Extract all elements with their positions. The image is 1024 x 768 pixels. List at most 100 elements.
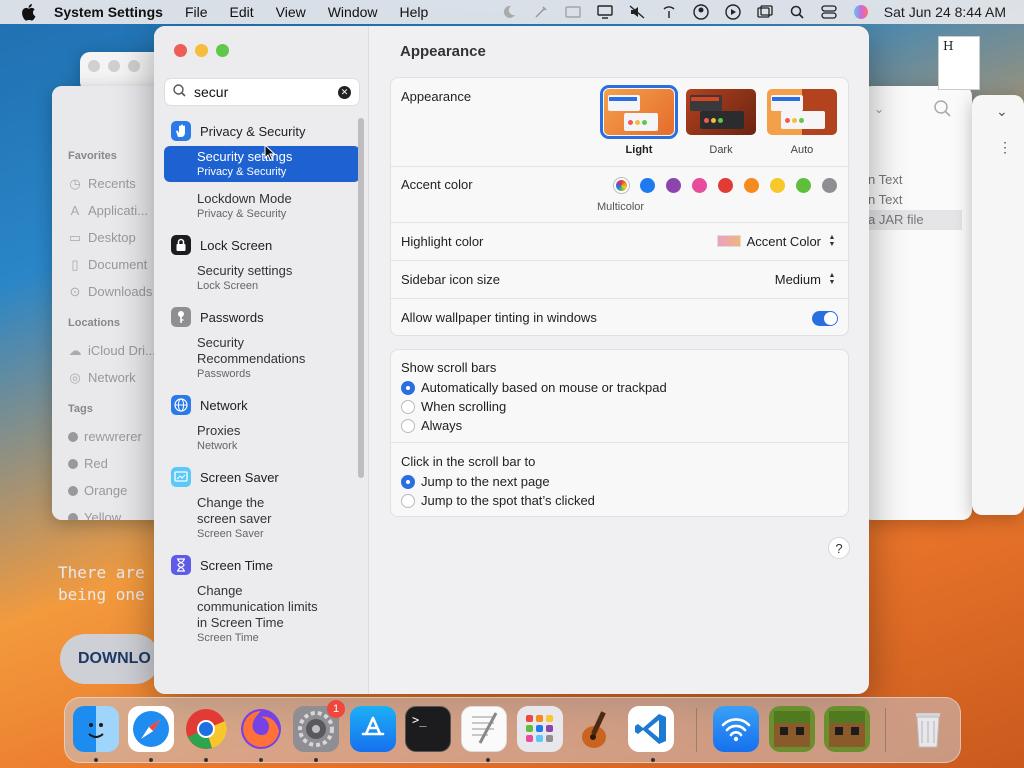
- finder-item-network[interactable]: ◎ Network: [52, 364, 162, 391]
- finder-tag[interactable]: Yellow: [52, 504, 162, 520]
- result-communication-limits[interactable]: Change communication limits in Screen Ti…: [164, 580, 360, 648]
- website-download-button[interactable]: DOWNLO: [60, 634, 160, 684]
- dock-firefox[interactable]: [238, 706, 284, 752]
- mute-icon[interactable]: [628, 4, 646, 20]
- scroll-bars-always-radio[interactable]: Always: [401, 418, 462, 433]
- dock-system-settings[interactable]: 1: [293, 700, 345, 752]
- click-scroll-bar-row: Click in the scroll bar to Jump to the n…: [391, 443, 850, 518]
- dock-minecraft-2[interactable]: [824, 706, 870, 752]
- finder-item-icloud[interactable]: ☁ iCloud Dri...: [52, 337, 162, 364]
- minimize-button[interactable]: [195, 44, 208, 57]
- close-button[interactable]: [174, 44, 187, 57]
- dock-app-store[interactable]: [350, 706, 396, 752]
- dock-launchpad[interactable]: [517, 706, 563, 752]
- menu-clock[interactable]: Sat Jun 24 8:44 AM: [884, 4, 1006, 20]
- list-item[interactable]: n Text: [868, 192, 902, 207]
- dock-garageband[interactable]: [573, 706, 619, 752]
- menu-window[interactable]: Window: [328, 4, 378, 20]
- moon-icon[interactable]: [500, 4, 518, 20]
- dock-trash[interactable]: [905, 706, 951, 752]
- zoom-button[interactable]: [216, 44, 229, 57]
- search-field[interactable]: secur ✕: [164, 78, 360, 106]
- accent-orange[interactable]: [744, 178, 759, 193]
- result-group-network[interactable]: Network: [164, 390, 360, 420]
- result-change-screen-saver[interactable]: Change the screen saver Screen Saver: [164, 492, 360, 544]
- result-lockdown-mode[interactable]: Lockdown Mode Privacy & Security: [164, 188, 360, 224]
- finder-item-applications[interactable]: A Applicati...: [52, 197, 162, 224]
- menu-help[interactable]: Help: [400, 4, 429, 20]
- appearance-option-light[interactable]: [600, 85, 678, 139]
- windows-icon[interactable]: [756, 4, 774, 20]
- result-group-screen-time[interactable]: Screen Time: [164, 550, 360, 580]
- dock-document-thumbnail[interactable]: H: [938, 36, 980, 90]
- dock-finder[interactable]: [73, 706, 119, 752]
- result-group-passwords[interactable]: Passwords: [164, 302, 360, 332]
- pen-icon[interactable]: [532, 4, 550, 20]
- highlight-color-popup[interactable]: Accent Color ▲ ▼: [716, 233, 838, 249]
- chevron-down-icon[interactable]: ⌄: [996, 103, 1008, 120]
- scroll-bars-scrolling-radio[interactable]: When scrolling: [401, 399, 506, 414]
- chevron-down-icon[interactable]: ⌄: [874, 102, 884, 116]
- siri-icon[interactable]: [852, 4, 870, 20]
- accent-purple[interactable]: [666, 178, 681, 193]
- finder-tag[interactable]: Orange: [52, 477, 162, 504]
- search-input[interactable]: secur: [194, 84, 338, 100]
- screen-mirror-icon[interactable]: [564, 4, 582, 20]
- clear-search-icon[interactable]: ✕: [338, 85, 351, 99]
- result-group-screen-saver[interactable]: Screen Saver: [164, 462, 360, 492]
- finder-item-recents[interactable]: ◷ Recents: [52, 170, 162, 197]
- result-proxies[interactable]: Proxies Network: [164, 420, 360, 456]
- help-button[interactable]: ?: [828, 537, 850, 559]
- play-icon[interactable]: [724, 4, 742, 20]
- appearance-option-auto[interactable]: [767, 89, 837, 135]
- result-security-settings-privacy[interactable]: Security settings Privacy & Security: [164, 146, 360, 182]
- more-icon[interactable]: ⋮: [998, 139, 1012, 156]
- dock-vscode[interactable]: [628, 706, 674, 752]
- accent-multicolor[interactable]: [614, 178, 629, 193]
- accent-blue[interactable]: [640, 178, 655, 193]
- finder-item-downloads[interactable]: ⊙ Downloads: [52, 278, 162, 305]
- result-security-recommendations[interactable]: Security Recommendations Passwords: [164, 332, 360, 384]
- dock-chrome[interactable]: [183, 706, 229, 752]
- jump-spot-clicked-radio[interactable]: Jump to the spot that’s clicked: [401, 493, 595, 508]
- appearance-option-dark[interactable]: [686, 89, 756, 135]
- menu-edit[interactable]: Edit: [230, 4, 254, 20]
- dock-terminal[interactable]: >_: [405, 706, 451, 752]
- finder-item-desktop[interactable]: ▭ Desktop: [52, 224, 162, 251]
- dock-safari[interactable]: [128, 706, 174, 752]
- finder-tag[interactable]: rewwrerer: [52, 423, 162, 450]
- finder-item-documents[interactable]: ▯ Document: [52, 251, 162, 278]
- wallpaper-tinting-toggle[interactable]: [812, 311, 838, 326]
- jump-next-page-radio[interactable]: Jump to the next page: [401, 474, 550, 489]
- scroll-bars-auto-radio[interactable]: Automatically based on mouse or trackpad: [401, 380, 667, 395]
- accent-green[interactable]: [796, 178, 811, 193]
- network-status-icon[interactable]: [660, 4, 678, 20]
- menu-file[interactable]: File: [185, 4, 208, 20]
- sidebar-scrollbar[interactable]: [358, 118, 364, 478]
- control-center-icon[interactable]: [820, 4, 838, 20]
- result-group-lock-screen[interactable]: Lock Screen: [164, 230, 360, 260]
- list-item[interactable]: a JAR file: [862, 210, 962, 230]
- accent-color-row: Accent color Multicolor: [391, 167, 850, 223]
- result-security-settings-lock[interactable]: Security settings Lock Screen: [164, 260, 360, 296]
- accent-pink[interactable]: [692, 178, 707, 193]
- accent-red[interactable]: [718, 178, 733, 193]
- menu-view[interactable]: View: [276, 4, 306, 20]
- result-group-privacy[interactable]: Privacy & Security: [164, 116, 360, 146]
- finder-tag[interactable]: Red: [52, 450, 162, 477]
- accent-graphite[interactable]: [822, 178, 837, 193]
- list-item[interactable]: n Text: [868, 172, 902, 187]
- search-icon[interactable]: [934, 100, 952, 121]
- apple-menu-icon[interactable]: [18, 2, 38, 22]
- show-scroll-bars-label: Show scroll bars: [401, 360, 497, 375]
- spotlight-icon[interactable]: [788, 4, 806, 20]
- display-icon[interactable]: [596, 4, 614, 20]
- accent-yellow[interactable]: [770, 178, 785, 193]
- dock-minecraft-1[interactable]: [769, 706, 815, 752]
- sidebar-icon-size-popup[interactable]: Medium ▲ ▼: [775, 271, 838, 287]
- dock-wifi-utility[interactable]: [713, 706, 759, 752]
- dock-textedit[interactable]: [461, 706, 507, 752]
- user-icon[interactable]: [692, 4, 710, 20]
- appearance-dark-label: Dark: [709, 144, 733, 156]
- menu-app-name[interactable]: System Settings: [54, 4, 163, 20]
